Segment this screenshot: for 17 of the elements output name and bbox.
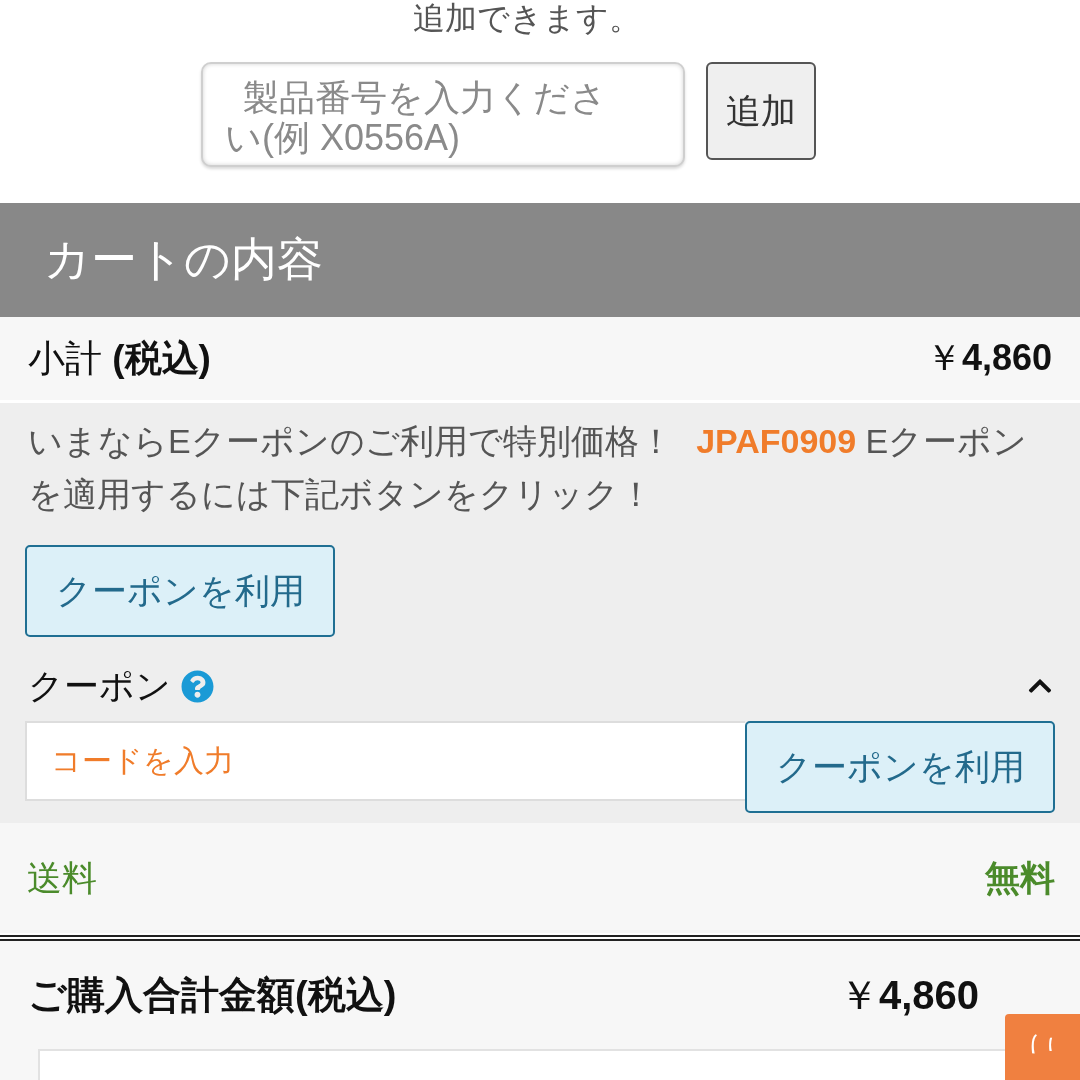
- apply-coupon-button[interactable]: クーポンを利用: [25, 545, 335, 637]
- product-number-field[interactable]: 製品番号を入力ください(例 X0556A): [201, 62, 685, 167]
- total-value: ￥4,860: [838, 971, 979, 1019]
- cart-header: カートの内容: [0, 203, 1080, 317]
- side-tab[interactable]: こ: [1005, 1014, 1080, 1080]
- instruction-text: 追加できます。: [413, 0, 641, 36]
- subtotal-label: 小計 (税込): [28, 336, 211, 381]
- coupon-code-field[interactable]: コードを入力: [25, 721, 745, 801]
- total-label: ご購入合計金額(税込): [28, 972, 397, 1018]
- shipping-value: 無料: [985, 856, 1055, 899]
- help-icon[interactable]: [181, 669, 214, 703]
- coupon-label: クーポン: [28, 664, 171, 707]
- shipping-label: 送料: [27, 856, 97, 899]
- subtotal-value: ￥4,860: [925, 336, 1052, 380]
- apply-coupon-button[interactable]: クーポンを利用: [745, 721, 1055, 813]
- promo-text: いまならEクーポンのご利用で特別価格！ JPAF0909 Eクーポンを適用するには下記ボタンをクリック！: [28, 421, 1029, 515]
- add-button[interactable]: 追加: [706, 62, 816, 160]
